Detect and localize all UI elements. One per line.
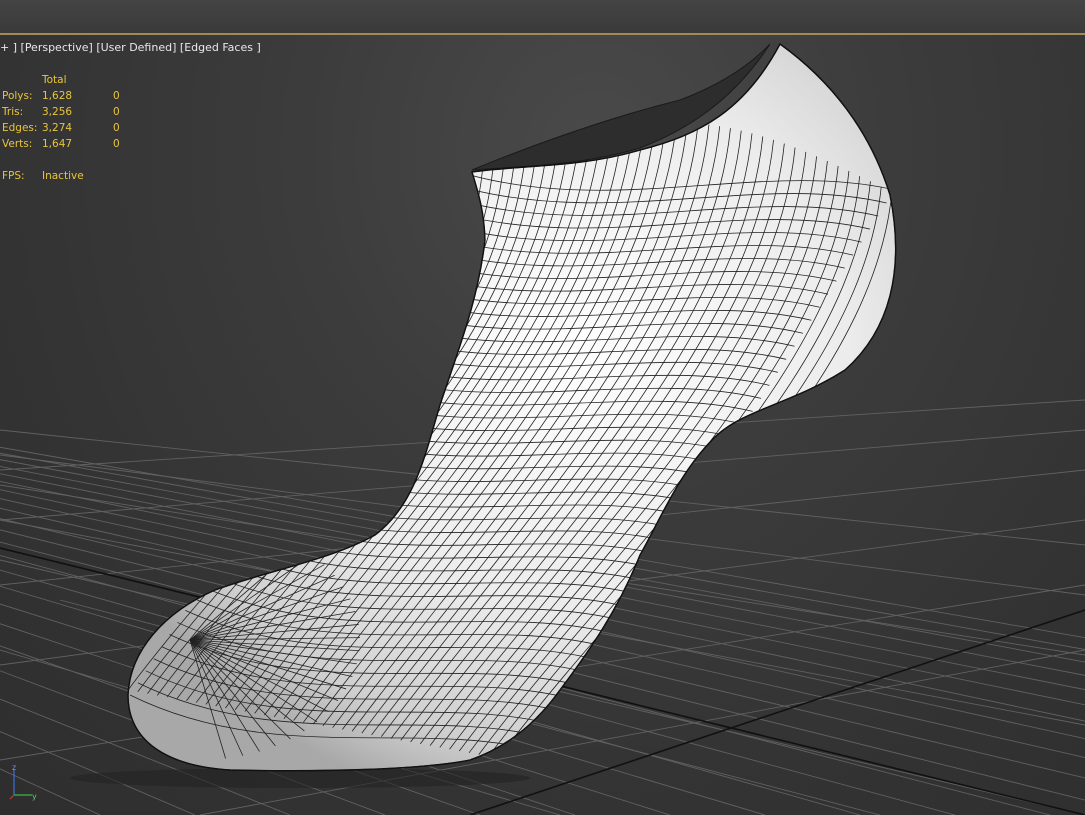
viewport-camera-menu[interactable]: User Defined xyxy=(101,41,172,54)
stats-header-total: Total xyxy=(42,74,67,86)
stats-label: Verts: xyxy=(2,138,33,150)
viewport-plus-menu[interactable]: + xyxy=(0,41,9,54)
viewport-scene[interactable] xyxy=(0,35,1085,815)
viewport-view-menu[interactable]: Perspective xyxy=(25,41,89,54)
stats-label: Edges: xyxy=(2,122,38,134)
bracket: ] [ xyxy=(88,41,101,54)
top-toolbar xyxy=(0,0,1085,35)
axis-gizmo-icon: z y xyxy=(9,763,37,801)
fps-readout: FPS: Inactive xyxy=(2,168,120,184)
viewport-shading-menu[interactable]: Edged Faces xyxy=(184,41,253,54)
stats-selected: 0 xyxy=(113,90,120,102)
stats-total: 3,274 xyxy=(42,122,73,134)
stats-total: 3,256 xyxy=(42,106,73,118)
foot-mesh[interactable] xyxy=(70,42,897,788)
bracket: ] [ xyxy=(172,41,185,54)
stats-total: 1,647 xyxy=(42,138,73,150)
y-axis-label: y xyxy=(32,792,37,801)
z-axis-label: z xyxy=(12,763,16,772)
fps-label: FPS: xyxy=(2,170,25,182)
stats-row-verts: Verts: 1,647 0 xyxy=(2,136,120,152)
viewport-view-bracket-open: ] [ xyxy=(12,41,25,54)
bracket: ] xyxy=(252,41,261,54)
stats-total: 1,628 xyxy=(42,90,73,102)
stats-row-polys: Polys: 1,628 0 xyxy=(2,88,120,104)
stats-selected: 0 xyxy=(113,122,120,134)
x-axis-line xyxy=(9,794,15,800)
fps-value: Inactive xyxy=(42,170,84,182)
stats-row-edges: Edges: 3,274 0 xyxy=(2,120,120,136)
statistics-overlay: Total Polys: 1,628 0 Tris: 3,256 0 Edges… xyxy=(2,72,120,184)
perspective-viewport[interactable]: + ] [Perspective] [User Defined] [Edged … xyxy=(0,35,1085,815)
stats-label: Polys: xyxy=(2,90,33,102)
stats-row-tris: Tris: 3,256 0 xyxy=(2,104,120,120)
stats-label: Tris: xyxy=(2,106,24,118)
stats-selected: 0 xyxy=(113,106,120,118)
stats-selected: 0 xyxy=(113,138,120,150)
viewport-label-menu[interactable]: + ] [Perspective] [User Defined] [Edged … xyxy=(0,41,261,54)
